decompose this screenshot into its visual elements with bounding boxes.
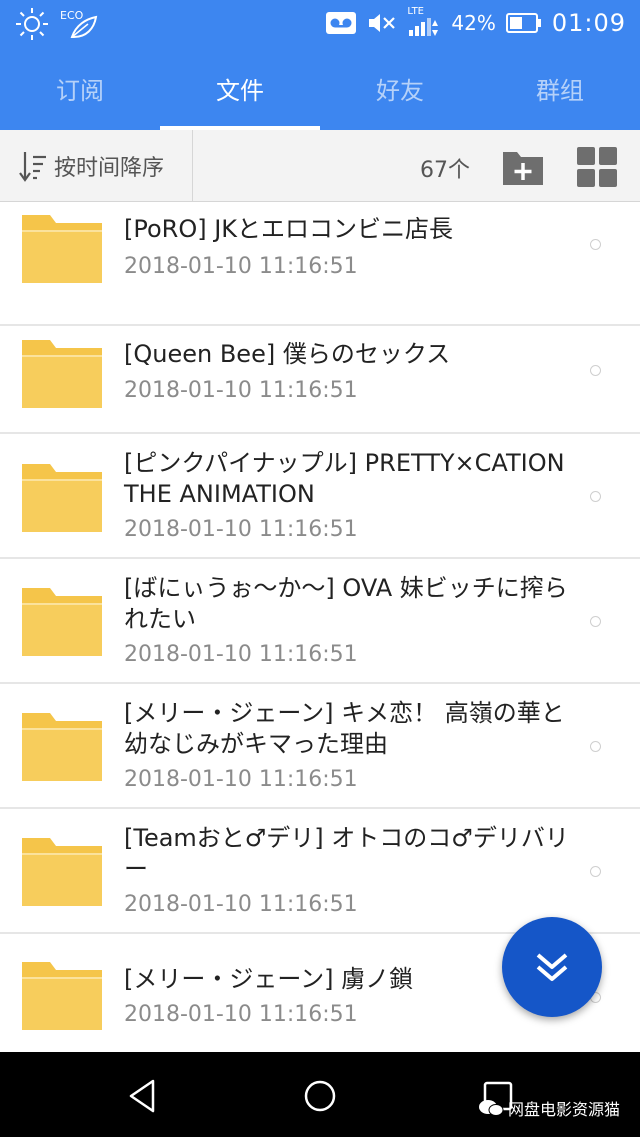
battery-percent: 42% xyxy=(451,11,496,35)
file-date: 2018-01-10 11:16:51 xyxy=(124,767,358,792)
file-date: 2018-01-10 11:16:51 xyxy=(124,642,358,667)
file-title: [メリー・ジェーン] キメ恋！ 高嶺の華と幼なじみがキマった理由 xyxy=(124,699,565,758)
tab-groups[interactable]: 群组 xyxy=(480,46,640,130)
tab-friends[interactable]: 好友 xyxy=(320,46,480,130)
sort-descending-icon xyxy=(19,152,46,182)
select-radio[interactable] xyxy=(590,491,601,502)
mute-icon xyxy=(369,14,396,32)
select-radio[interactable] xyxy=(590,365,601,376)
file-date: 2018-01-10 11:16:51 xyxy=(124,1002,358,1027)
voicemail-icon xyxy=(326,12,357,34)
folder-icon xyxy=(22,838,102,906)
file-toolbar: 按时间降序 67个 xyxy=(0,130,640,202)
brightness-icon xyxy=(16,8,48,40)
file-title: [Teamおと♂デリ] オトコのコ♂デリバリー xyxy=(124,824,569,883)
file-title: [ばにぃうぉ～か～] OVA 妹ビッチに搾られたい xyxy=(124,574,568,633)
home-icon[interactable] xyxy=(300,1076,340,1116)
file-row[interactable]: [Queen Bee] 僕らのセックス 2018-01-10 11:16:51 xyxy=(0,308,640,434)
system-nav-bar xyxy=(0,1052,640,1137)
select-radio[interactable] xyxy=(590,741,601,752)
select-radio[interactable] xyxy=(590,239,601,250)
file-title: [Queen Bee] 僕らのセックス xyxy=(124,340,451,368)
tab-subscriptions[interactable]: 订阅 xyxy=(0,46,160,130)
folder-icon xyxy=(22,215,102,283)
signal-icon: LTE xyxy=(407,6,441,38)
file-row[interactable]: [Teamおと♂デリ] オトコのコ♂デリバリー 2018-01-10 11:16… xyxy=(0,809,640,934)
file-title: [PoRO] JKとエロコンビニ店長 xyxy=(124,215,454,243)
sort-button[interactable]: 按时间降序 xyxy=(0,130,193,202)
folder-icon xyxy=(22,588,102,656)
file-date: 2018-01-10 11:16:51 xyxy=(124,254,358,279)
folder-icon xyxy=(22,464,102,532)
folder-icon xyxy=(22,962,102,1030)
file-row[interactable]: [ピンクパイナップル] PRETTY×CATION THE ANIMATION … xyxy=(0,434,640,559)
folder-icon xyxy=(22,340,102,408)
file-row[interactable]: [メリー・ジェーン] キメ恋！ 高嶺の華と幼なじみがキマった理由 2018-01… xyxy=(0,684,640,809)
file-date: 2018-01-10 11:16:51 xyxy=(124,892,358,917)
folder-icon xyxy=(22,713,102,781)
expand-fab-button[interactable] xyxy=(502,917,602,1017)
file-title: [ピンクパイナップル] PRETTY×CATION THE ANIMATION xyxy=(124,449,565,508)
select-radio[interactable] xyxy=(590,616,601,627)
file-date: 2018-01-10 11:16:51 xyxy=(124,378,358,403)
file-count: 67个 xyxy=(420,158,470,183)
status-bar: ECO LTE 42% 01:09 xyxy=(0,0,640,46)
file-row[interactable]: [ばにぃうぉ～か～] OVA 妹ビッチに搾られたい 2018-01-10 11:… xyxy=(0,559,640,684)
wechat-icon xyxy=(478,1100,504,1116)
battery-icon xyxy=(505,13,541,33)
grid-view-icon[interactable] xyxy=(574,144,620,190)
double-chevron-down-icon xyxy=(536,953,568,981)
watermark: 网盘电影资源猫 xyxy=(478,1096,620,1120)
tab-bar: 订阅 文件 好友 群组 xyxy=(0,46,640,130)
file-date: 2018-01-10 11:16:51 xyxy=(124,517,358,542)
select-radio[interactable] xyxy=(590,866,601,877)
eco-icon: ECO xyxy=(58,7,102,41)
clock: 01:09 xyxy=(551,9,626,37)
back-icon[interactable] xyxy=(123,1076,163,1116)
sort-label: 按时间降序 xyxy=(54,156,165,181)
new-folder-icon[interactable] xyxy=(500,144,546,190)
tab-files[interactable]: 文件 xyxy=(160,46,320,130)
